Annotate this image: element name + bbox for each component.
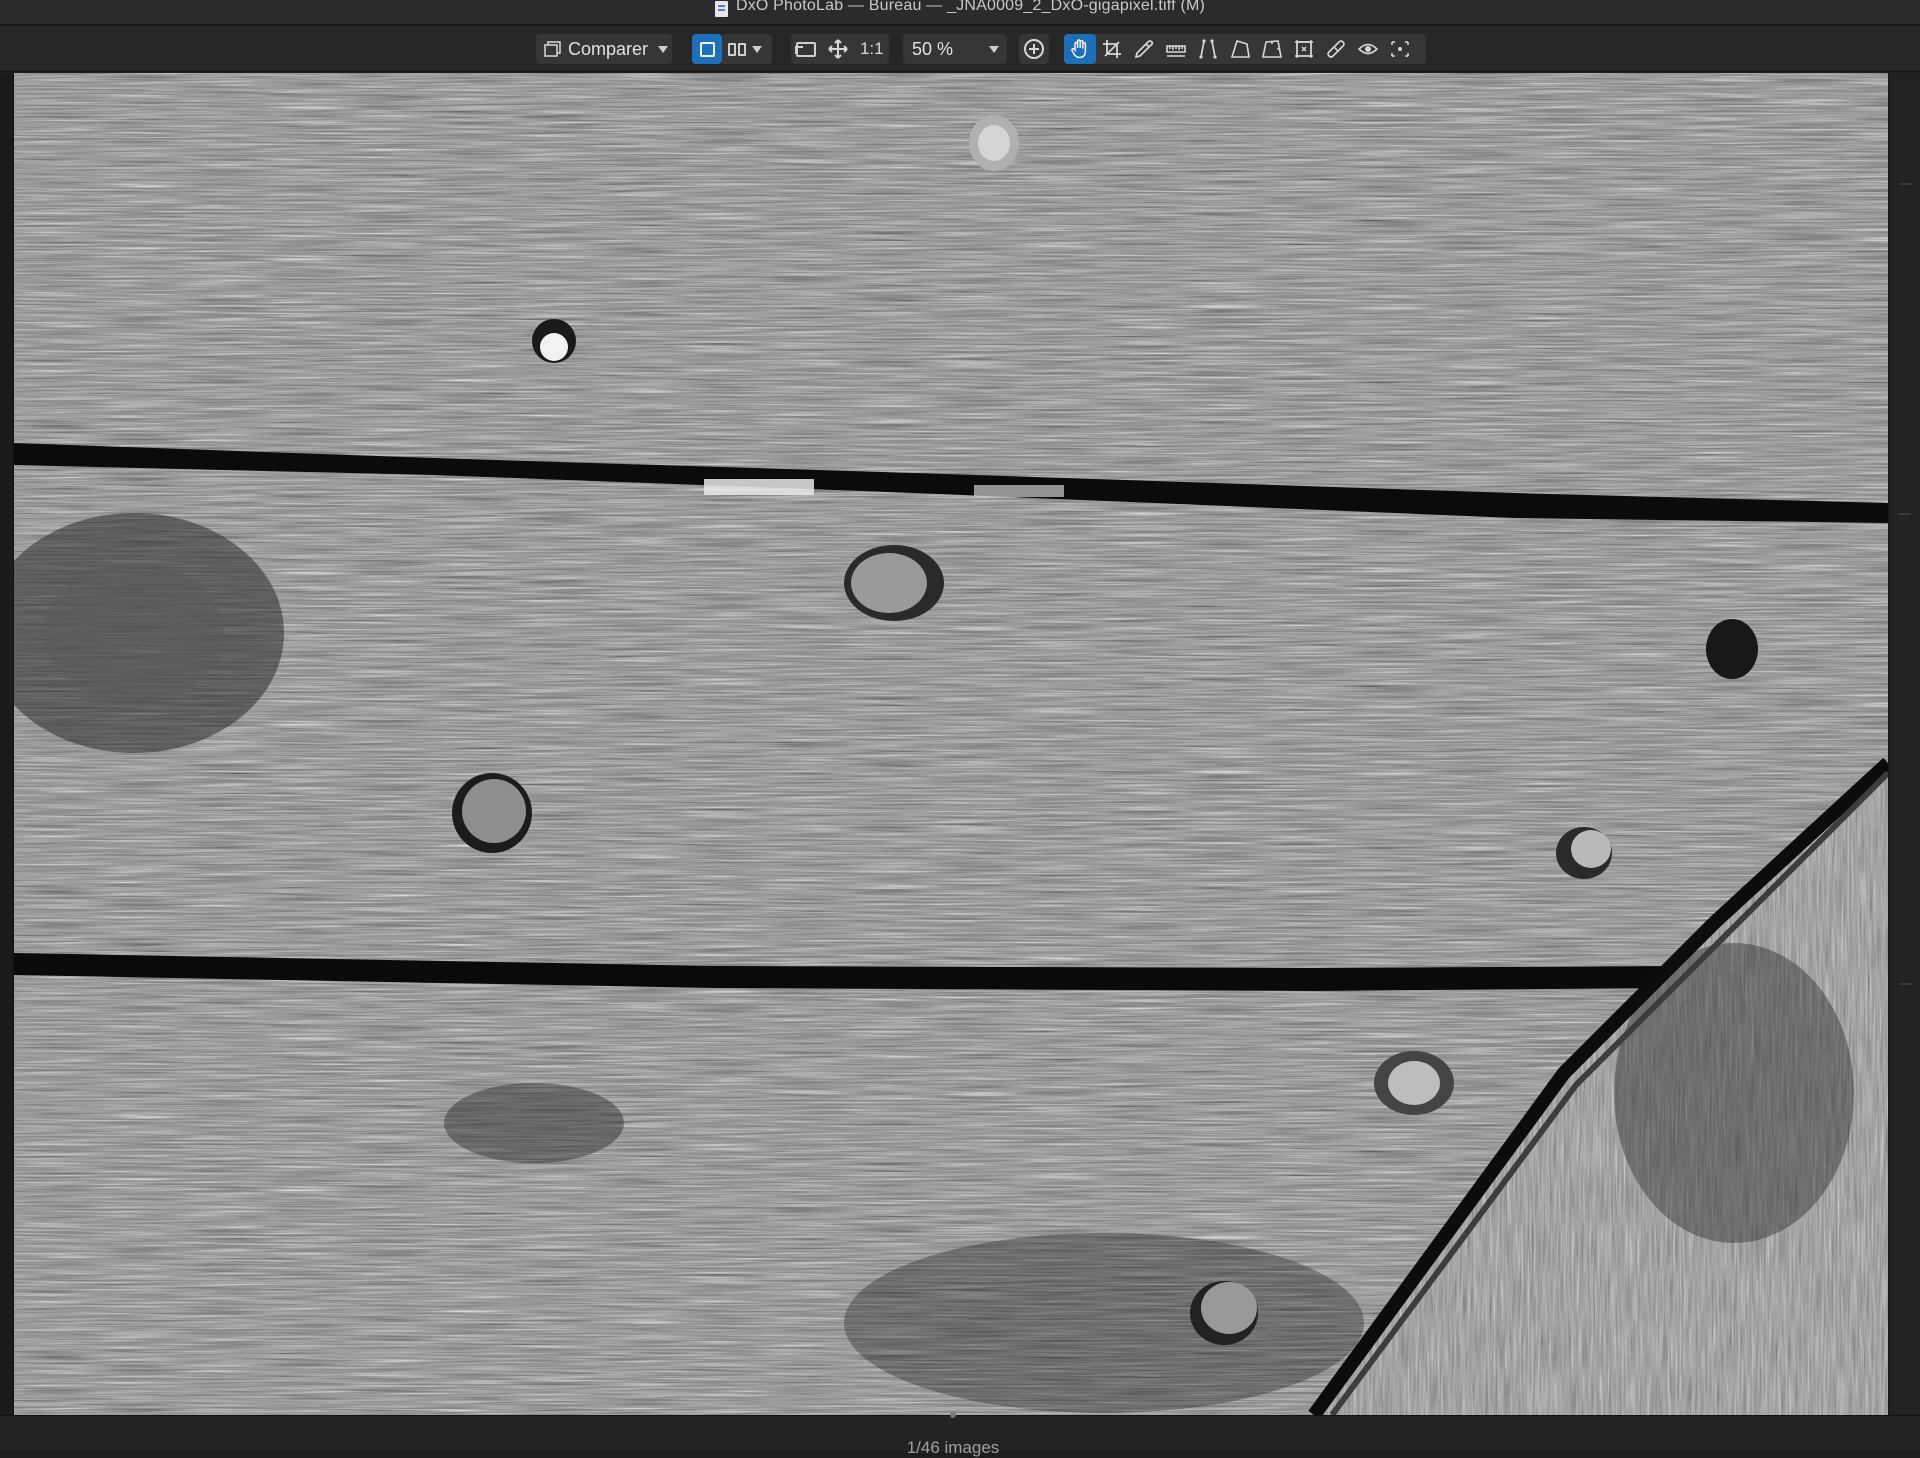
crop-tool-button[interactable] [1096,34,1128,64]
title-bar: DxO PhotoLab — Bureau — _JNA0009_2_DxO-g… [0,0,1920,25]
bandage-icon [1327,40,1345,58]
repair-button[interactable] [1320,34,1352,64]
horizon-button[interactable] [1160,34,1192,64]
split-view-button[interactable] [722,34,772,64]
perspective-vertical-button[interactable] [1192,34,1224,64]
perspective-rect-icon [1230,40,1250,58]
perspective-8point-button[interactable] [1256,34,1288,64]
zoom-select[interactable]: 50 % [903,34,1007,64]
crop-icon [1103,40,1121,58]
nail-head [1556,827,1612,879]
zoom-in-icon [1024,39,1044,59]
horizon-icon [1166,45,1186,57]
tool-palette [1064,34,1426,64]
compare-icon [544,41,561,57]
chevron-down-icon[interactable] [989,45,999,53]
white-balance-button[interactable] [1128,34,1160,64]
fit-to-screen-icon[interactable] [795,41,817,57]
grid-button[interactable] [1288,34,1320,64]
toolbar: Comparer 1:1 50 % [0,26,1920,72]
single-view-icon [699,41,715,57]
move-icon[interactable] [827,38,849,60]
nail-head [532,319,576,363]
split-view-icon [728,42,746,56]
image-count: 1/46 images [906,1438,1000,1457]
left-panel-edge[interactable] [0,73,14,1415]
red-eye-button[interactable] [1352,34,1384,64]
compare-label: Comparer [568,38,649,59]
nail-head [1706,619,1758,679]
eyedropper-icon [1134,40,1154,59]
nail-head [969,115,1019,171]
compare-button[interactable]: Comparer [536,34,672,64]
photo-canvas [14,73,1888,1415]
document-icon [714,1,728,17]
hand-icon [1071,39,1087,59]
right-panel-edge[interactable] [1888,73,1920,1415]
eye-icon [1357,43,1379,55]
nail-head [844,545,944,621]
chevron-down-icon[interactable] [658,45,669,53]
volume-deformation-icon [1295,40,1313,58]
panel-tab-marker[interactable] [1899,183,1911,185]
window-title: DxO PhotoLab — Bureau — _JNA0009_2_DxO-g… [735,0,1206,14]
zoom-in-button[interactable] [1019,34,1049,64]
image-viewer[interactable] [14,73,1888,1415]
local-adjustments-icon [1391,41,1409,57]
chevron-down-icon[interactable] [752,45,762,53]
zoom-1-1-button[interactable]: 1:1 [860,39,884,59]
nail-head [452,773,532,853]
filmstrip-handle[interactable] [950,1412,956,1418]
panel-tab-marker[interactable] [1899,513,1911,515]
panel-tab-marker[interactable] [1899,983,1911,985]
perspective-rect-button[interactable] [1224,34,1256,64]
single-view-button[interactable] [692,34,722,64]
perspective-8point-icon [1262,40,1282,58]
perspective-vertical-icon [1199,39,1217,59]
nail-head [1374,1051,1454,1115]
hand-tool-button[interactable] [1064,34,1096,64]
fit-controls: 1:1 [791,34,889,64]
filmstrip-bar: 1/46 images [0,1412,1920,1457]
zoom-value: 50 % [912,38,954,59]
local-adjustments-button[interactable] [1384,34,1416,64]
